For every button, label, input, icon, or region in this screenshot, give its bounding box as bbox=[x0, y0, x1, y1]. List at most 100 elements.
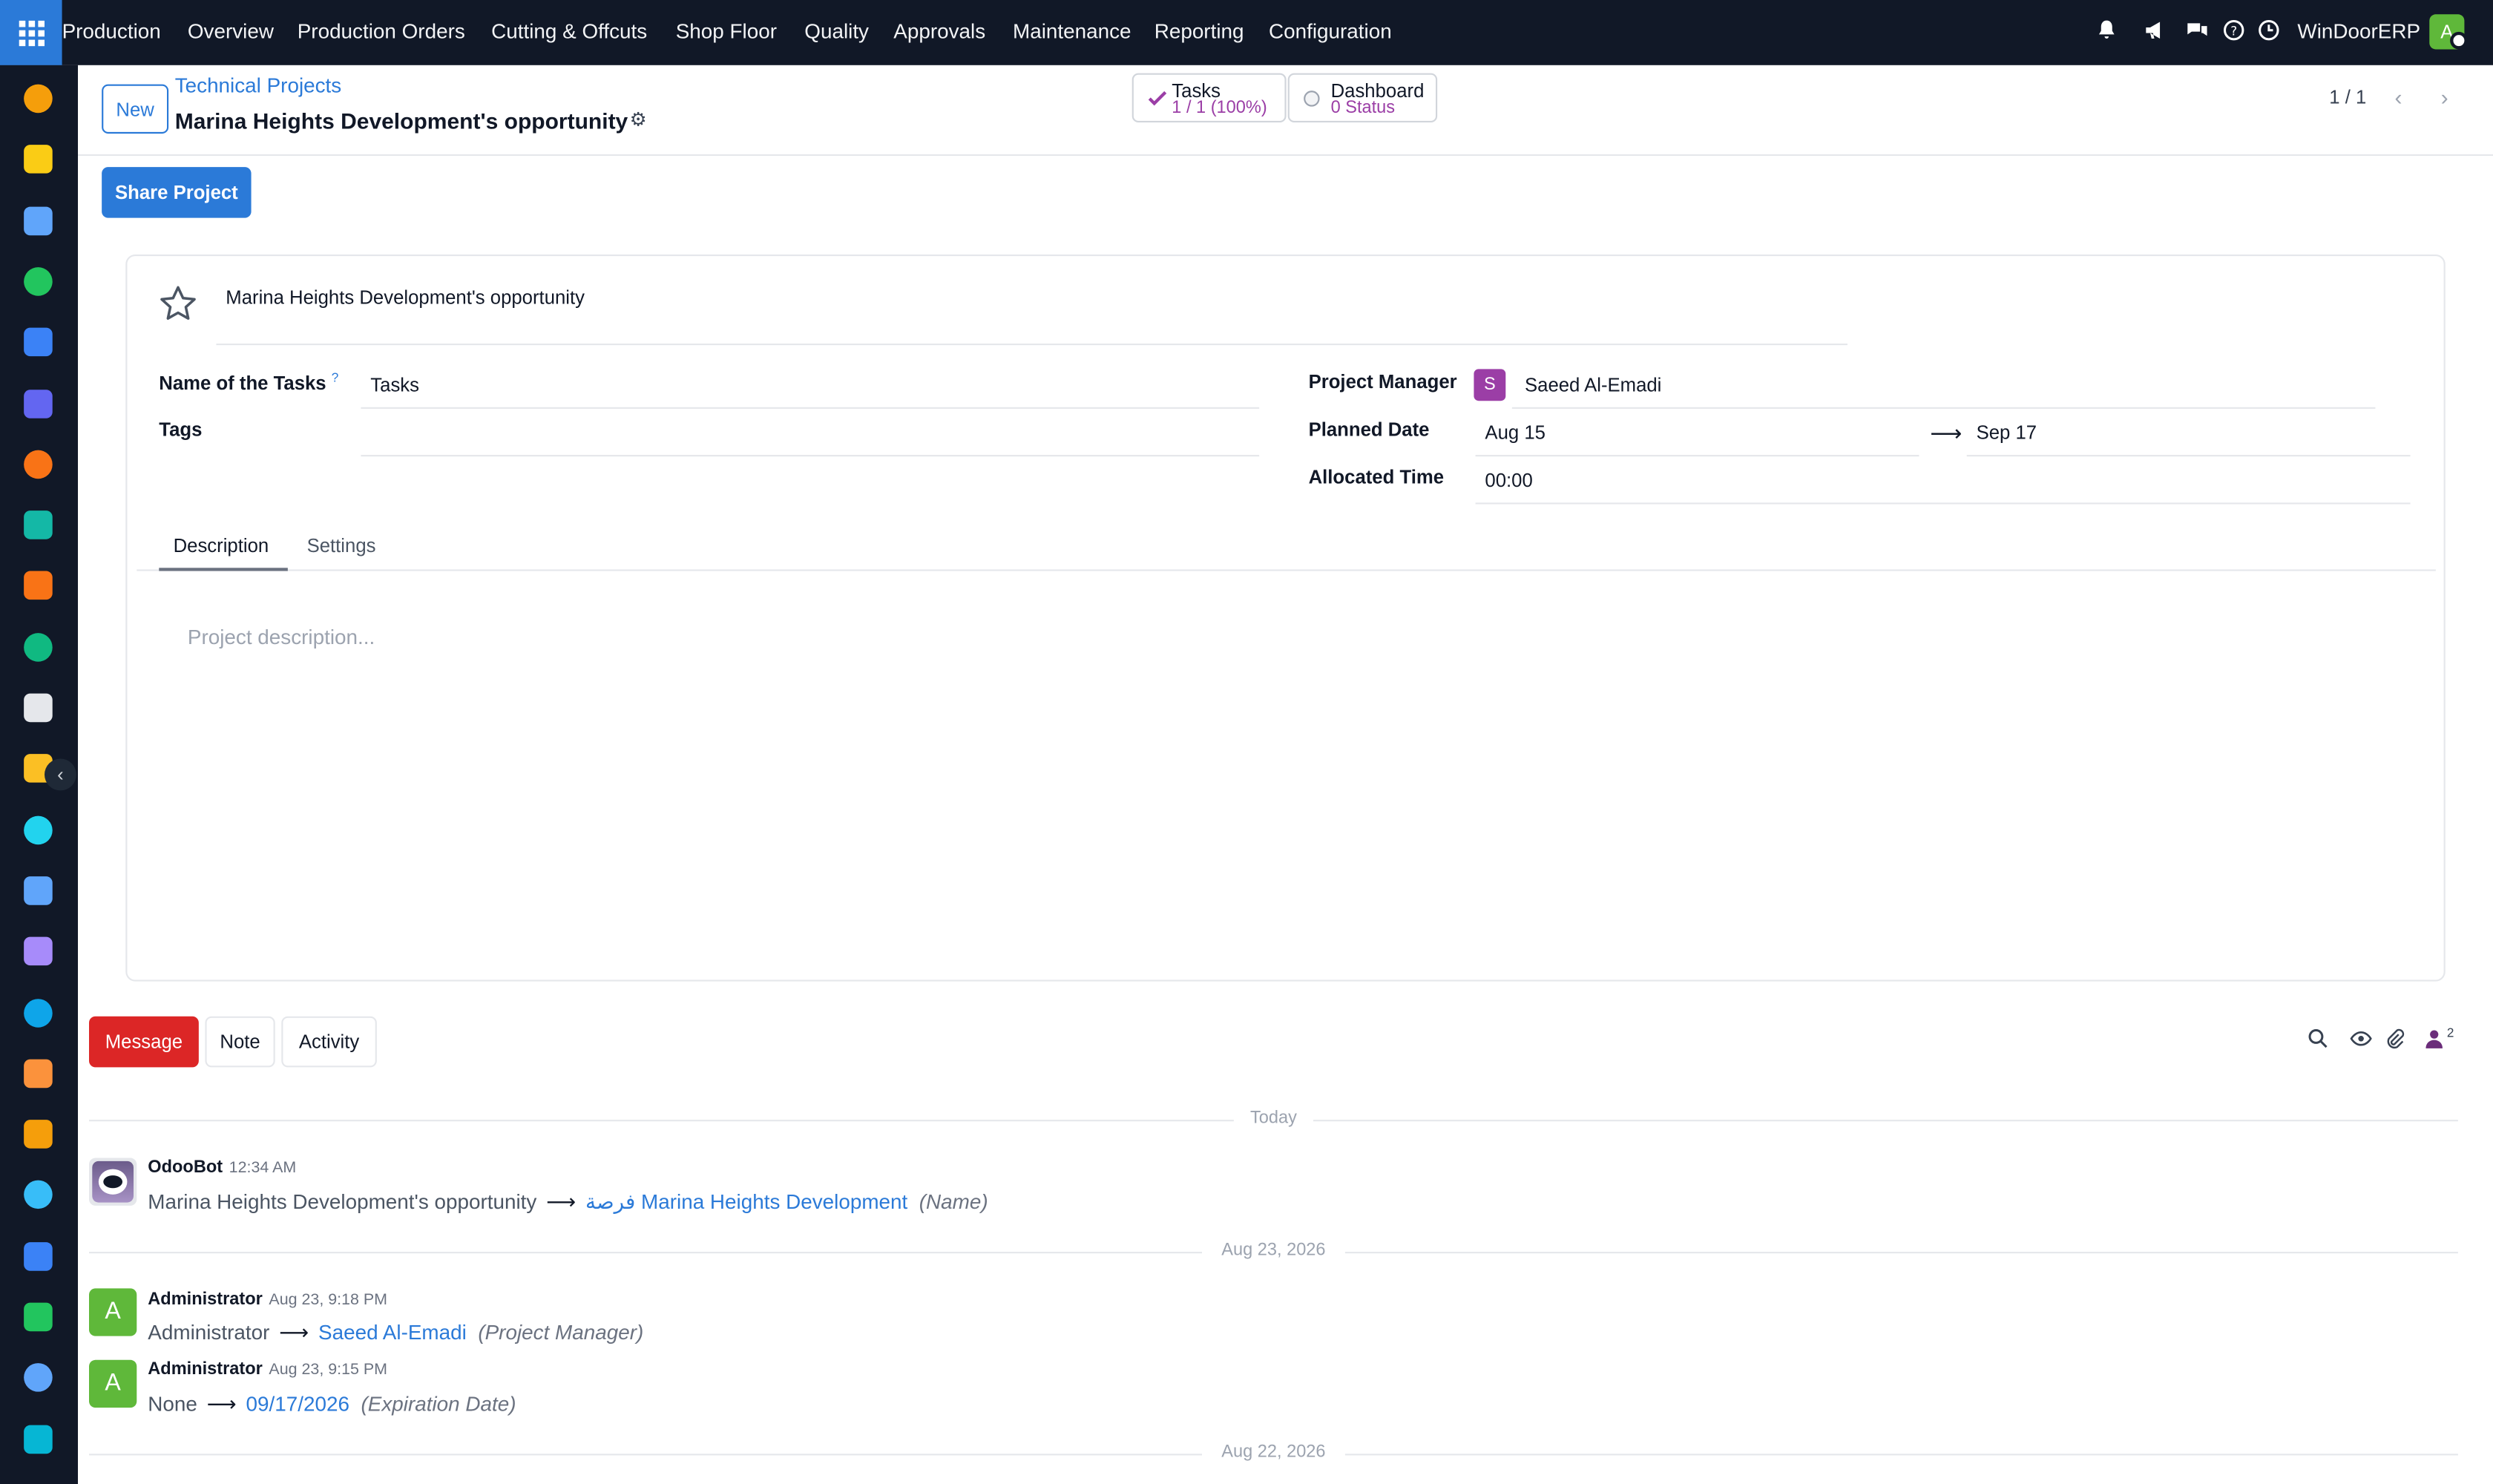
menu-configuration[interactable]: Configuration bbox=[1269, 19, 1392, 43]
planned-date-label: Planned Date bbox=[1308, 418, 1430, 441]
pager-previous-icon[interactable]: ‹ bbox=[2377, 75, 2420, 119]
clock-icon[interactable] bbox=[2258, 19, 2280, 42]
project-manager-label: Project Manager bbox=[1308, 370, 1457, 393]
app-root: Production Overview Production Orders Cu… bbox=[0, 0, 2493, 1484]
cube-icon[interactable] bbox=[24, 936, 53, 966]
bell-icon[interactable] bbox=[2095, 19, 2118, 42]
grid-icon[interactable] bbox=[24, 1242, 53, 1271]
check-icon[interactable] bbox=[24, 815, 53, 845]
tracking-message: None ⟶ 09/17/2026 (Expiration Date) bbox=[148, 1391, 516, 1416]
megaphone-icon[interactable] bbox=[2144, 19, 2166, 42]
team-icon[interactable] bbox=[24, 1059, 53, 1089]
smart-button-value: 1 / 1 (100%) bbox=[1172, 98, 1267, 118]
diamond-icon[interactable] bbox=[24, 510, 53, 539]
menu-production-orders[interactable]: Production Orders bbox=[298, 19, 465, 43]
record-title: Marina Heights Development's opportunity bbox=[174, 108, 628, 134]
tasks-name-value: Tasks bbox=[370, 373, 420, 396]
tab-description[interactable]: Description bbox=[174, 534, 269, 556]
wave-icon[interactable] bbox=[24, 1425, 53, 1454]
book-icon[interactable] bbox=[24, 876, 53, 905]
bar-chart-icon[interactable] bbox=[24, 84, 53, 114]
chat-bubble-icon[interactable] bbox=[24, 450, 53, 479]
pager-next-icon[interactable]: › bbox=[2423, 75, 2466, 119]
date-separator: Aug 23, 2026 bbox=[89, 1241, 2458, 1263]
app-name[interactable]: Production bbox=[62, 19, 161, 43]
eye-icon[interactable] bbox=[2350, 1028, 2372, 1050]
planned-end-value: Sep 17 bbox=[1976, 421, 2037, 444]
log-note-button[interactable]: Note bbox=[205, 1016, 275, 1068]
menu-reporting[interactable]: Reporting bbox=[1154, 19, 1244, 43]
gear-icon[interactable]: ⚙ bbox=[630, 108, 647, 131]
tracking-message: Administrator ⟶ Saeed Al-Emadi (Project Ma… bbox=[148, 1320, 644, 1345]
allocated-time-label: Allocated Time bbox=[1308, 466, 1445, 489]
pager-value[interactable]: 1 / 1 bbox=[2329, 86, 2366, 108]
project-name-value: Marina Heights Development's opportunity bbox=[226, 286, 585, 309]
date-range-arrow-icon: ⟶ bbox=[1930, 419, 1962, 446]
paper-plane-icon[interactable] bbox=[24, 145, 53, 174]
dashboard-icon[interactable] bbox=[24, 327, 53, 357]
favorite-star-icon[interactable] bbox=[157, 283, 199, 325]
chart-icon[interactable] bbox=[24, 571, 53, 600]
invoice-icon[interactable] bbox=[24, 999, 53, 1028]
contacts-icon[interactable] bbox=[24, 633, 53, 662]
apps-grid-icon bbox=[18, 19, 44, 46]
paperclip-icon[interactable] bbox=[2383, 1028, 2405, 1050]
dashboard-smart-button[interactable]: Dashboard 0 Status bbox=[1287, 73, 1438, 123]
search-icon[interactable] bbox=[2307, 1028, 2329, 1050]
presence-dot bbox=[2450, 31, 2468, 50]
apps-menu-button[interactable] bbox=[0, 0, 62, 65]
message-author: OdooBot 12:34 AM bbox=[148, 1158, 297, 1178]
help-icon[interactable]: ? bbox=[2223, 19, 2245, 42]
author-avatar: A bbox=[89, 1359, 137, 1408]
whatsapp-icon[interactable] bbox=[24, 267, 53, 296]
tabs-divider bbox=[137, 569, 2436, 571]
share-project-button[interactable]: Share Project bbox=[102, 167, 252, 218]
tags-label: Tags bbox=[159, 418, 203, 441]
planned-start-value: Aug 15 bbox=[1485, 421, 1546, 444]
description-editor[interactable]: Project description... bbox=[188, 625, 375, 649]
whatsapp-icon[interactable] bbox=[24, 1302, 53, 1332]
help-tooltip-icon[interactable]: ? bbox=[332, 370, 339, 384]
message-author: Administrator Aug 23, 9:15 PM bbox=[148, 1359, 388, 1379]
top-navbar: Production Overview Production Orders Cu… bbox=[0, 0, 2493, 65]
box-icon[interactable] bbox=[24, 693, 53, 723]
menu-maintenance[interactable]: Maintenance bbox=[1013, 19, 1131, 43]
compass-icon[interactable] bbox=[24, 1363, 53, 1392]
odoobot-avatar bbox=[89, 1158, 137, 1206]
author-avatar: A bbox=[89, 1288, 137, 1336]
m-app-icon[interactable] bbox=[24, 390, 53, 418]
status-circle-icon bbox=[1304, 91, 1320, 107]
svg-text:?: ? bbox=[2230, 23, 2237, 38]
sign-icon[interactable] bbox=[24, 1180, 53, 1209]
menu-quality[interactable]: Quality bbox=[804, 19, 869, 43]
date-separator: Today bbox=[89, 1109, 2458, 1131]
menu-cutting-offcuts[interactable]: Cutting & Offcuts bbox=[491, 19, 647, 43]
compass-icon[interactable] bbox=[24, 206, 53, 236]
tags-field[interactable] bbox=[361, 409, 1260, 457]
menu-shop-floor[interactable]: Shop Floor bbox=[676, 19, 777, 43]
tasks-smart-button[interactable]: Tasks 1 / 1 (100%) bbox=[1131, 73, 1287, 123]
menu-overview[interactable]: Overview bbox=[188, 19, 274, 43]
new-button[interactable]: New bbox=[102, 84, 169, 134]
tracking-message: Marina Heights Development's opportunity… bbox=[148, 1189, 988, 1214]
date-separator: Aug 22, 2026 bbox=[89, 1442, 2458, 1465]
tasks-name-label: Name of the Tasks ? bbox=[159, 370, 339, 395]
send-message-button[interactable]: Message bbox=[89, 1016, 199, 1068]
menu-approvals[interactable]: Approvals bbox=[893, 19, 985, 43]
tasks-name-field[interactable] bbox=[361, 361, 1260, 409]
activity-button[interactable]: Activity bbox=[281, 1016, 377, 1068]
followers-icon[interactable] bbox=[2423, 1028, 2446, 1050]
follower-count: 2 bbox=[2446, 1025, 2454, 1040]
allocated-time-field[interactable] bbox=[1475, 456, 2411, 505]
active-tab-indicator bbox=[159, 568, 288, 571]
chat-icon[interactable] bbox=[2186, 19, 2208, 42]
breadcrumb[interactable]: Technical Projects bbox=[175, 73, 342, 97]
sidebar-collapse-icon[interactable]: ‹ bbox=[45, 758, 76, 791]
message-author: Administrator Aug 23, 9:18 PM bbox=[148, 1290, 388, 1310]
company-switcher[interactable]: WinDoorERP bbox=[2297, 19, 2420, 43]
manager-avatar: S bbox=[1474, 369, 1506, 401]
calendar-icon[interactable] bbox=[24, 1120, 53, 1149]
check-icon bbox=[1148, 91, 1167, 106]
smart-button-value: 0 Status bbox=[1330, 98, 1396, 118]
tab-settings[interactable]: Settings bbox=[307, 534, 376, 556]
